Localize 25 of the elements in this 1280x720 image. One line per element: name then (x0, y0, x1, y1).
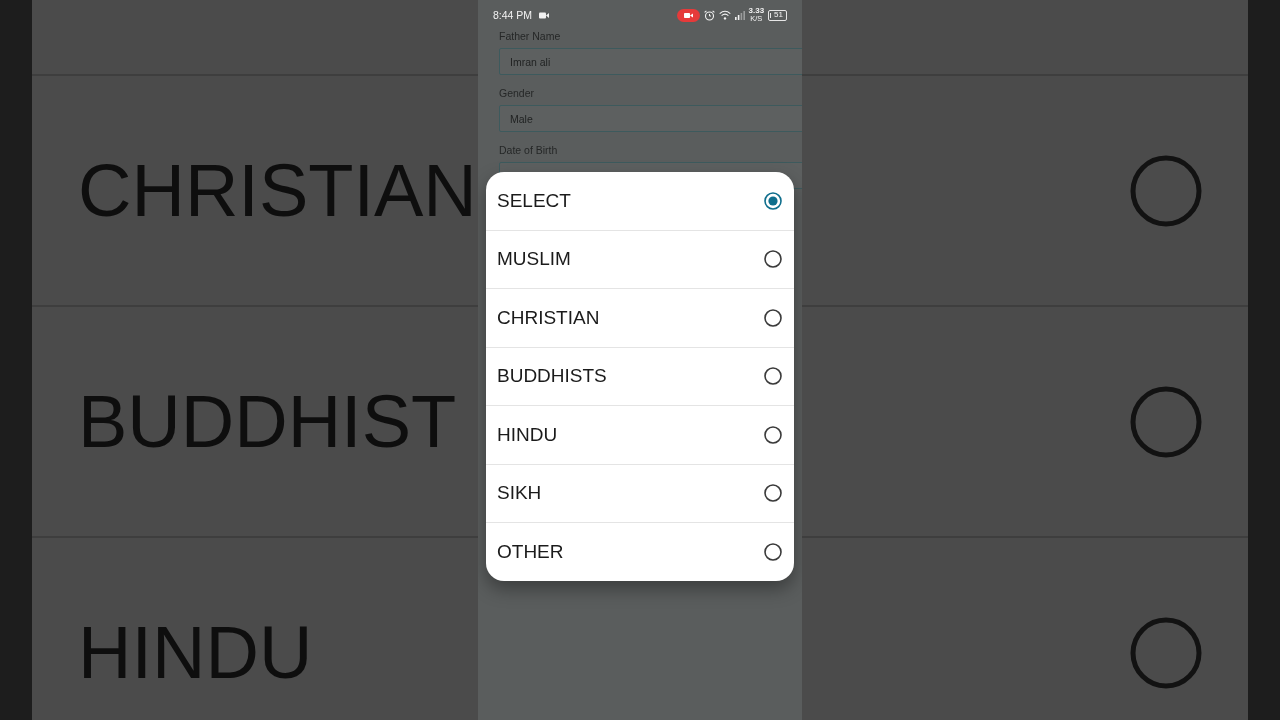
list-option[interactable]: CHRISTIAN (486, 288, 794, 347)
clock-time: 8:44 PM (493, 9, 533, 21)
radio-icon[interactable] (764, 484, 782, 503)
network-speed-value: 3.33 (748, 7, 765, 16)
list-option[interactable]: OTHER (486, 522, 794, 581)
radio-icon[interactable] (764, 308, 782, 327)
radio-icon[interactable] (764, 425, 782, 444)
list-option[interactable]: SELECT (486, 172, 794, 230)
video-camera-icon (539, 11, 550, 19)
radio-icon[interactable] (764, 367, 782, 386)
camera-pill-icon (676, 8, 700, 22)
list-option[interactable]: BUDDHISTS (486, 346, 794, 405)
list-option[interactable]: HINDU (486, 405, 794, 464)
option-label: HINDU (78, 615, 313, 690)
signal-icon (734, 10, 745, 20)
option-label: CHRISTIAN (78, 153, 477, 228)
radio-icon[interactable] (764, 542, 782, 561)
list-option[interactable]: MUSLIM (486, 229, 794, 288)
list-option[interactable]: SIKH (486, 463, 794, 522)
alarm-clock-icon (703, 9, 715, 21)
radio-icon[interactable] (764, 250, 782, 269)
battery-indicator: 51 (768, 9, 787, 21)
wifi-icon (718, 10, 731, 20)
radio-icon[interactable] (764, 191, 782, 210)
option-label: BUDDHIST (78, 384, 457, 459)
